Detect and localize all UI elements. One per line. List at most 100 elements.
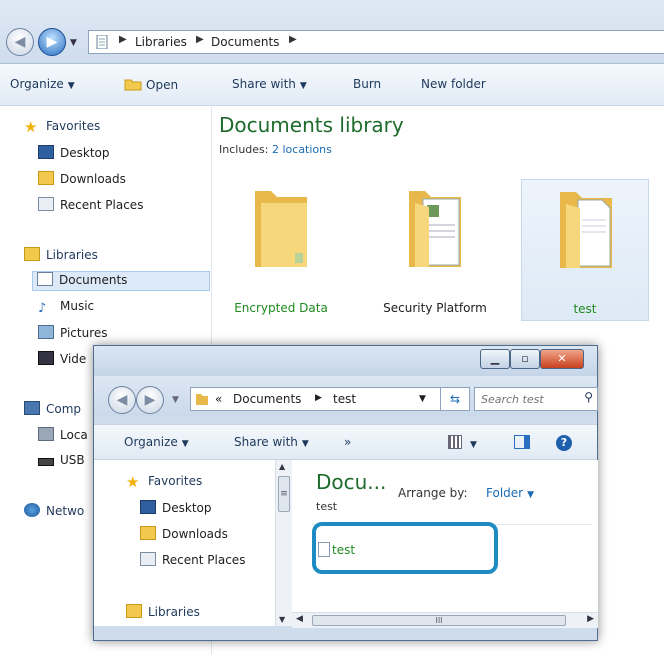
recent-places-icon (140, 552, 156, 566)
folder-title: Docu... (316, 470, 387, 494)
folder-subtitle: test (316, 500, 338, 513)
nav-music-label: Music (60, 299, 95, 313)
forward-button[interactable]: ▶ (38, 28, 66, 56)
computer-icon (24, 401, 40, 415)
new-folder-button[interactable]: New folder (421, 77, 486, 91)
search-box[interactable]: ⚲ (474, 387, 598, 411)
preview-pane-button[interactable] (514, 435, 530, 450)
nav-favorites[interactable]: ★ Favorites (24, 119, 100, 139)
back-arrow-icon: ◀ (14, 34, 26, 50)
organize-button[interactable]: Organize ▼ (10, 77, 75, 91)
breadcrumb-documents[interactable]: Documents (233, 392, 301, 406)
nav-favorites[interactable]: ★ Favorites (126, 474, 202, 494)
nav-libraries-label: Libraries (148, 605, 200, 619)
command-bar: Organize ▼ Open Share with ▼ Burn New fold… (0, 64, 664, 106)
locations-link[interactable]: 2 locations (272, 143, 332, 156)
share-with-label: Share with (234, 435, 298, 449)
arrange-by-dropdown[interactable]: Folder ▼ (486, 486, 534, 500)
nav-network[interactable]: Netwo (24, 503, 84, 523)
folder-item-encrypted-data[interactable]: Encrypted Data (217, 179, 345, 321)
scroll-down-icon[interactable]: ▼ (279, 615, 285, 624)
back-arrow-icon: ◀ (116, 392, 128, 408)
views-grid-icon (448, 435, 462, 449)
nav-desktop-label: Desktop (60, 146, 110, 160)
refresh-button[interactable]: ⇆ (440, 387, 470, 411)
search-input[interactable] (481, 391, 571, 407)
nav-libraries[interactable]: Libraries (24, 247, 98, 267)
close-icon: ✕ (557, 352, 567, 365)
nav-usb[interactable]: USB (38, 453, 85, 473)
open-button[interactable]: Open (124, 77, 178, 92)
close-button[interactable]: ✕ (540, 349, 584, 369)
nav-downloads[interactable]: Downloads (38, 171, 126, 191)
help-button[interactable]: ? (556, 435, 572, 451)
folder-item-security-platform[interactable]: Security Platform (371, 179, 499, 321)
nav-computer[interactable]: Comp (24, 401, 81, 421)
views-button[interactable]: ▼ (448, 435, 477, 450)
nav-recent-places[interactable]: Recent Places (140, 552, 245, 572)
recent-pages-dropdown-icon[interactable]: ▼ (172, 395, 179, 405)
nav-libraries[interactable]: Libraries (126, 604, 200, 624)
dropdown-arrow-icon: ▼ (301, 439, 309, 449)
nav-desktop-label: Desktop (162, 501, 212, 515)
window-title-bar[interactable]: ▁ ▫ ✕ (94, 346, 597, 376)
burn-button[interactable]: Burn (353, 77, 381, 91)
folder-item-test[interactable]: test (521, 179, 649, 321)
organize-button[interactable]: Organize ▼ (124, 435, 189, 449)
nav-videos[interactable]: Vide (38, 351, 86, 371)
libraries-icon (126, 604, 142, 618)
nav-desktop[interactable]: Desktop (140, 500, 212, 520)
minimize-button[interactable]: ▁ (480, 349, 510, 369)
scroll-thumb[interactable]: ≡ (278, 476, 290, 512)
nav-downloads-label: Downloads (60, 172, 126, 186)
forward-arrow-icon: ▶ (144, 392, 156, 408)
scroll-right-icon[interactable]: ▶ (587, 614, 594, 624)
nav-favorites-label: Favorites (148, 474, 203, 488)
nav-usb-label: USB (60, 453, 85, 467)
documents-icon (37, 272, 53, 286)
nav-downloads[interactable]: Downloads (140, 526, 228, 546)
share-with-button[interactable]: Share with ▼ (232, 77, 307, 91)
share-with-button[interactable]: Share with ▼ (234, 435, 309, 449)
back-button[interactable]: ◀ (6, 28, 34, 56)
nav-pictures[interactable]: Pictures (38, 325, 108, 345)
arrange-by-label: Arrange by: (398, 486, 468, 500)
overflow-chevron[interactable]: « (215, 392, 222, 406)
library-title: Documents library (219, 113, 404, 137)
maximize-button[interactable]: ▫ (510, 349, 540, 369)
nav-recent-places[interactable]: Recent Places (38, 197, 143, 217)
includes-label: Includes: (219, 143, 269, 156)
nav-desktop[interactable]: Desktop (38, 145, 110, 165)
nav-local-disk[interactable]: Loca (38, 427, 88, 447)
address-bar[interactable]: ▶ Libraries ▶ Documents ▶ (88, 30, 664, 54)
test-folder-window: ▁ ▫ ✕ ◀ ▶ ▼ « Documents ▶ test ▼ ⇆ ⚲ Org… (93, 345, 598, 641)
organize-label: Organize (10, 77, 64, 91)
nav-vertical-scrollbar[interactable]: ▲ ≡ ▼ (275, 460, 292, 626)
dropdown-arrow-icon: ▼ (470, 440, 477, 450)
library-page-icon (96, 35, 108, 49)
star-icon: ★ (126, 473, 140, 491)
scroll-left-icon[interactable]: ◀ (296, 614, 303, 624)
scroll-thumb[interactable]: III (312, 615, 566, 626)
breadcrumb-libraries[interactable]: Libraries (135, 35, 187, 49)
folder-caption: Encrypted Data (234, 301, 328, 315)
nav-network-label: Netwo (46, 504, 85, 518)
nav-music[interactable]: ♪ Music (38, 299, 94, 319)
dialog-address-area: ◀ ▶ ▼ « Documents ▶ test ▼ ⇆ ⚲ (94, 376, 598, 416)
forward-button[interactable]: ▶ (136, 386, 164, 414)
search-icon[interactable]: ⚲ (584, 390, 593, 404)
nav-documents[interactable]: Documents (32, 271, 210, 291)
more-commands-button[interactable]: » (344, 435, 351, 449)
dialog-command-bar: Organize ▼ Share with ▼ » ▼ ? (94, 424, 597, 460)
desktop-icon (140, 500, 156, 514)
breadcrumb-documents[interactable]: Documents (211, 35, 279, 49)
recent-pages-dropdown-icon[interactable]: ▼ (70, 38, 77, 48)
breadcrumb-test[interactable]: test (333, 392, 356, 406)
dialog-address-bar[interactable]: « Documents ▶ test ▼ (190, 387, 470, 411)
nav-computer-label: Comp (46, 402, 82, 416)
back-button[interactable]: ◀ (108, 386, 136, 414)
scroll-up-icon[interactable]: ▲ (279, 462, 285, 471)
address-dropdown-icon[interactable]: ▼ (419, 394, 426, 404)
arrange-by-value: Folder (486, 486, 524, 500)
content-horizontal-scrollbar[interactable]: ◀ III ▶ (292, 612, 598, 628)
